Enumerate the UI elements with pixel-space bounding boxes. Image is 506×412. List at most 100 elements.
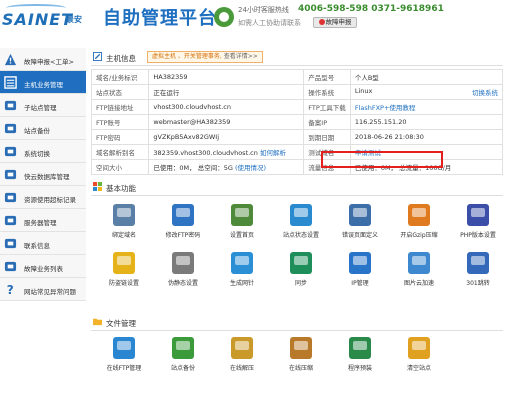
info-value: webmaster@HA382359	[148, 114, 305, 130]
icon-highlight	[294, 208, 308, 217]
backup-icon	[4, 123, 17, 134]
sidebar-item-6[interactable]: 资源使用超标记录	[0, 186, 86, 209]
tool-label: 站点状态设置	[282, 232, 319, 239]
tool-clear-site[interactable]: 清空站点	[391, 337, 447, 373]
tool-redirect-301[interactable]: 301跳转	[450, 252, 506, 288]
sidebar-item-8[interactable]: 联系信息	[0, 232, 86, 255]
icon-highlight	[117, 208, 131, 217]
basic-functions-title: 基本功能	[106, 184, 136, 193]
tool-unzip[interactable]: 在线解压	[214, 337, 270, 373]
fault-report-label: 故障申报	[325, 18, 352, 26]
sidebar-item-0[interactable]: 故障申报<工单>	[0, 48, 86, 71]
sidebar-item-5[interactable]: 快云数据库管理	[0, 163, 86, 186]
sidebar-item-7[interactable]: 服务器管理	[0, 209, 86, 232]
icon-highlight	[176, 256, 190, 265]
sidebar-item-label: 服务器管理	[24, 219, 57, 227]
tool-ip[interactable]: IP管理	[332, 252, 388, 288]
sidebar-item-3[interactable]: 站点备份	[0, 117, 86, 140]
info-text: 域名/业务标识	[96, 74, 138, 82]
tool-shield[interactable]: 防盗链设置	[96, 252, 152, 288]
question-icon: ?	[7, 283, 14, 296]
info-text: 2018-06-26 21:08:30	[354, 133, 424, 141]
install-icon	[349, 337, 371, 359]
sidebar-item-4[interactable]: 系统切换	[0, 140, 86, 163]
sidebar-item-label: 系统切换	[24, 150, 50, 158]
sidebar-item-label: 站点备份	[24, 127, 50, 135]
tool-label: 生成网针	[229, 280, 254, 287]
tool-backup[interactable]: 站点备份	[155, 337, 211, 373]
phone-icon	[4, 238, 17, 249]
info-key: FTP工具下载	[303, 99, 351, 115]
sainet-logo[interactable]: SAINET 景安	[2, 4, 86, 32]
php-icon	[467, 204, 489, 226]
shield-icon	[113, 252, 135, 274]
logo-cn-text: 景安	[66, 15, 82, 24]
tool-homepage[interactable]: 设置首页	[214, 204, 270, 240]
tool-label: 站点备份	[170, 365, 195, 372]
file-management-title: 文件管理	[106, 319, 136, 328]
hotline-numbers: 4006-598-598 0371-9618961	[298, 4, 444, 14]
lock-icon	[4, 215, 17, 226]
tool-sync[interactable]: 同步	[273, 252, 329, 288]
notice-detail-link[interactable]: 查看详情>>	[224, 53, 258, 60]
info-value: HA382359	[148, 69, 305, 85]
tool-install[interactable]: 程序预装	[332, 337, 388, 373]
basic-functions-header: 基本功能	[91, 178, 503, 196]
fault-report-button[interactable]: 故障申报	[313, 17, 357, 28]
tool-label: 绑定域名	[111, 232, 136, 239]
tool-image-cloud[interactable]: 图片云加速	[391, 252, 447, 288]
info-key: FTP密码	[90, 129, 150, 145]
file-management-grid: 在线FTP管理 站点备份 在线解压 在线压缩 程序预装 清空站点	[91, 331, 503, 377]
tool-label: 清空站点	[406, 365, 431, 372]
ip-icon	[349, 252, 371, 274]
icon-highlight	[353, 256, 367, 265]
info-link[interactable]: 切换系统	[472, 87, 498, 97]
icon-highlight	[412, 341, 426, 350]
tool-lock[interactable]: 修改FTP密码	[155, 204, 211, 240]
tool-bind-domain[interactable]: 绑定域名	[96, 204, 152, 240]
tool-sitemap-gen[interactable]: 生成网针	[214, 252, 270, 288]
tool-label: 同步	[294, 280, 307, 287]
sidebar-item-1[interactable]: 主机业务管理	[0, 71, 86, 94]
sidebar-item-2[interactable]: 子站点管理	[0, 94, 86, 117]
sitemap-gen-icon	[231, 252, 253, 274]
sidebar-item-label: 主机业务管理	[24, 81, 63, 89]
host-info-header: 主机信息 虚拟主机 、开关管理事务, 查看详情>>	[91, 48, 503, 66]
icon-highlight	[176, 208, 190, 217]
info-text: 空间大小	[96, 164, 122, 172]
notice-text: 虚拟主机 、开关管理事务,	[152, 53, 222, 60]
sidebar-item-label: 快云数据库管理	[24, 173, 70, 181]
info-link[interactable]: 如何解析	[258, 149, 286, 157]
page-title: 自助管理平台	[103, 8, 217, 29]
bind-domain-icon	[113, 204, 135, 226]
tool-globe[interactable]: 站点状态设置	[273, 204, 329, 240]
tool-php[interactable]: PHP版本设置	[450, 204, 506, 240]
tool-label: 图片云加速	[403, 280, 434, 287]
tool-label: PHP版本设置	[460, 232, 496, 239]
switch-icon	[4, 146, 17, 157]
warning-icon	[4, 53, 17, 66]
tool-error-page[interactable]: 错误页面定义	[332, 204, 388, 240]
info-link[interactable]: FlashFXP+使用教程	[355, 104, 416, 112]
info-text: 备案IP	[308, 119, 328, 127]
edit-icon	[93, 52, 102, 61]
icon-highlight	[117, 341, 131, 350]
clear-site-icon	[408, 337, 430, 359]
database-icon	[4, 169, 17, 180]
info-row: FTP账号 webmaster@HA382359 备案IP 116.255.151.2…	[90, 114, 504, 130]
tool-gear[interactable]: 伪静态设置	[155, 252, 211, 288]
info-text: 域名解析别名	[96, 149, 135, 157]
info-text: FTP链接地址	[96, 104, 134, 112]
sidebar-item-10[interactable]: ? 网站常见异常问题	[0, 278, 86, 301]
tool-ftp-online[interactable]: 在线FTP管理	[96, 337, 152, 373]
icon-highlight	[353, 208, 367, 217]
tool-gzip[interactable]: 开启Gzip压缩	[391, 204, 447, 240]
sidebar-item-9[interactable]: 故障业务列表	[0, 255, 86, 278]
info-link[interactable]: (使用情况)	[233, 164, 266, 172]
report-icon	[4, 261, 17, 272]
sidebar-item-label: 子站点管理	[24, 104, 57, 112]
sidebar: 故障申报<工单> 主机业务管理 子站点管理站点备份系统切换快云数据库管理资源使用超标…	[0, 48, 86, 301]
tool-zip[interactable]: 在线压缩	[273, 337, 329, 373]
icon-highlight	[353, 341, 367, 350]
info-value: 382359.vhost300.cloudvhost.cn 如何解析	[148, 144, 305, 160]
